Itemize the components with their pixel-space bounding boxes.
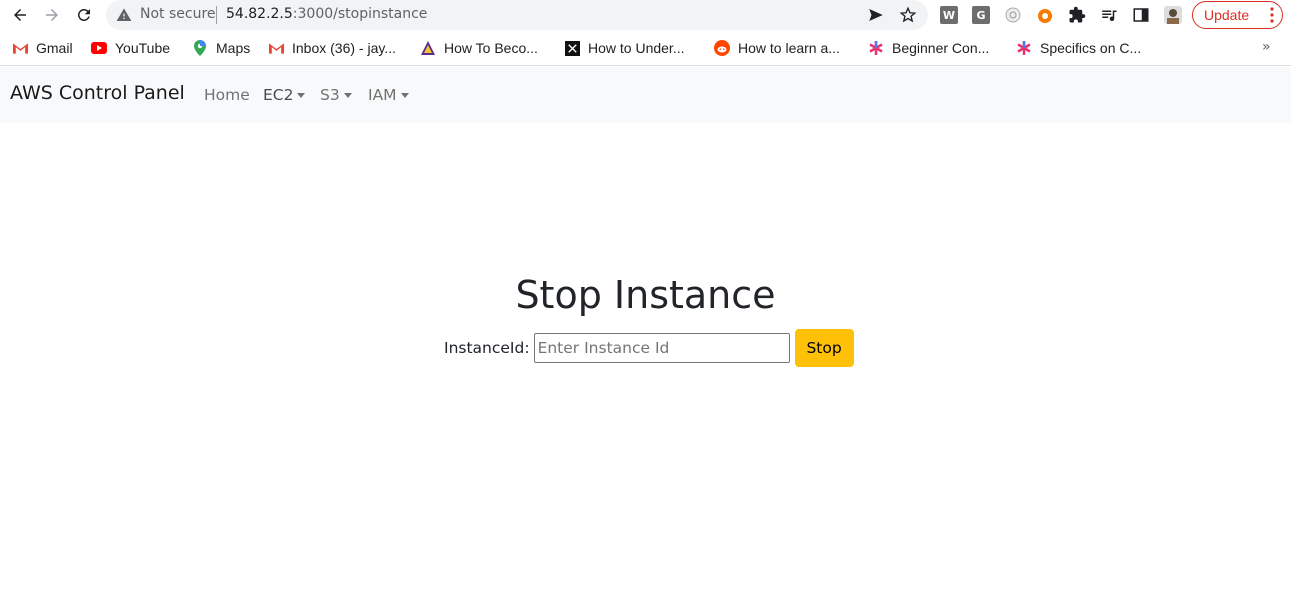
bookmark-inbox[interactable]: Inbox (36) - jay... xyxy=(268,39,396,57)
bookmark-label: YouTube xyxy=(115,40,171,56)
caret-down-icon xyxy=(400,92,409,98)
caret-down-icon xyxy=(343,92,352,98)
triangle-icon xyxy=(420,40,436,56)
extension-w-icon[interactable]: W xyxy=(940,6,958,24)
extension-orange-icon[interactable] xyxy=(1036,6,1054,24)
bookmark-how-to-become[interactable]: How To Beco... xyxy=(420,39,538,57)
extension-circle-icon[interactable] xyxy=(1004,6,1022,24)
back-arrow-icon xyxy=(14,9,26,21)
bookmark-how-to-learn[interactable]: How to learn a... xyxy=(714,39,840,57)
bookmark-beginner[interactable]: Beginner Con... xyxy=(868,39,989,57)
bookmark-label: Specifics on C... xyxy=(1040,40,1142,56)
gmail-icon xyxy=(12,40,28,56)
bookmark-label: How to Under... xyxy=(588,40,685,56)
youtube-icon xyxy=(91,40,107,56)
maps-icon xyxy=(192,40,208,56)
url-host: 54.82.2.5 xyxy=(226,6,293,22)
bookmark-label: Inbox (36) - jay... xyxy=(292,40,397,56)
nav-dropdown-iam[interactable]: IAM xyxy=(368,86,409,104)
puzzle-icon[interactable] xyxy=(1068,6,1086,24)
nav-link-home[interactable]: Home xyxy=(204,86,250,104)
url-text[interactable]: 54.82.2.5:3000/stopinstance xyxy=(226,6,427,22)
nav-dropdown-ec2[interactable]: EC2 xyxy=(263,86,306,104)
browser-toolbar: Not secure 54.82.2.5:3000/stopinstance W… xyxy=(0,0,1291,31)
caret-down-icon xyxy=(297,92,306,98)
url-path: :3000/stopinstance xyxy=(292,6,428,22)
side-panel-icon[interactable] xyxy=(1132,6,1150,24)
bookmarks-bar: Gmail YouTube Maps Inbox (36) - jay... H… xyxy=(0,31,1291,66)
bookmark-label: Maps xyxy=(216,40,251,56)
bookmark-label: Beginner Con... xyxy=(892,40,990,56)
forward-button[interactable] xyxy=(38,1,66,29)
omnibox-divider xyxy=(216,6,217,24)
asterisk-icon xyxy=(868,40,884,56)
back-button[interactable] xyxy=(6,1,34,29)
forward-arrow-icon xyxy=(46,9,58,21)
bookmark-specifics[interactable]: Specifics on C... xyxy=(1016,39,1141,57)
app-navbar: AWS Control Panel Home EC2 S3 IAM xyxy=(0,67,1291,123)
media-queue-icon[interactable] xyxy=(1100,6,1118,24)
stop-button[interactable]: Stop xyxy=(794,329,854,367)
square-logo-icon xyxy=(564,40,580,56)
bookmark-gmail[interactable]: Gmail xyxy=(12,39,73,57)
nav-dropdown-s3[interactable]: S3 xyxy=(320,86,352,104)
address-bar[interactable]: Not secure 54.82.2.5:3000/stopinstance xyxy=(106,0,928,30)
extension-g-icon[interactable]: G xyxy=(972,6,990,24)
bookmark-how-to-understand[interactable]: How to Under... xyxy=(564,39,685,57)
update-label: Update xyxy=(1204,7,1250,23)
bookmark-label: How To Beco... xyxy=(444,40,538,56)
instance-id-input[interactable] xyxy=(533,333,790,363)
bookmark-maps[interactable]: Maps xyxy=(192,39,250,57)
asterisk-icon xyxy=(1016,40,1032,56)
nav-label: S3 xyxy=(320,86,340,104)
update-button[interactable]: Update xyxy=(1192,1,1283,29)
bookmarks-overflow-icon[interactable]: » xyxy=(1262,39,1271,55)
reddit-icon xyxy=(714,40,730,56)
bookmark-label: How to learn a... xyxy=(738,40,840,56)
gmail-icon xyxy=(268,40,284,56)
nav-label: EC2 xyxy=(263,86,294,104)
instance-id-label: InstanceId: xyxy=(444,339,530,357)
star-icon[interactable] xyxy=(899,6,917,24)
bookmark-label: Gmail xyxy=(36,40,73,56)
warning-icon xyxy=(116,8,132,21)
send-icon[interactable] xyxy=(867,6,885,24)
reload-button[interactable] xyxy=(70,1,98,29)
nav-label: Home xyxy=(204,86,250,104)
page-title: Stop Instance xyxy=(515,273,776,317)
nav-label: IAM xyxy=(368,86,397,104)
more-vert-icon xyxy=(1270,7,1274,23)
stop-instance-form: InstanceId: Stop xyxy=(444,329,854,367)
navbar-brand[interactable]: AWS Control Panel xyxy=(10,82,185,104)
security-status[interactable]: Not secure xyxy=(140,6,216,22)
profile-avatar-icon[interactable] xyxy=(1164,6,1182,24)
bookmark-youtube[interactable]: YouTube xyxy=(91,39,170,57)
reload-icon xyxy=(77,8,90,21)
